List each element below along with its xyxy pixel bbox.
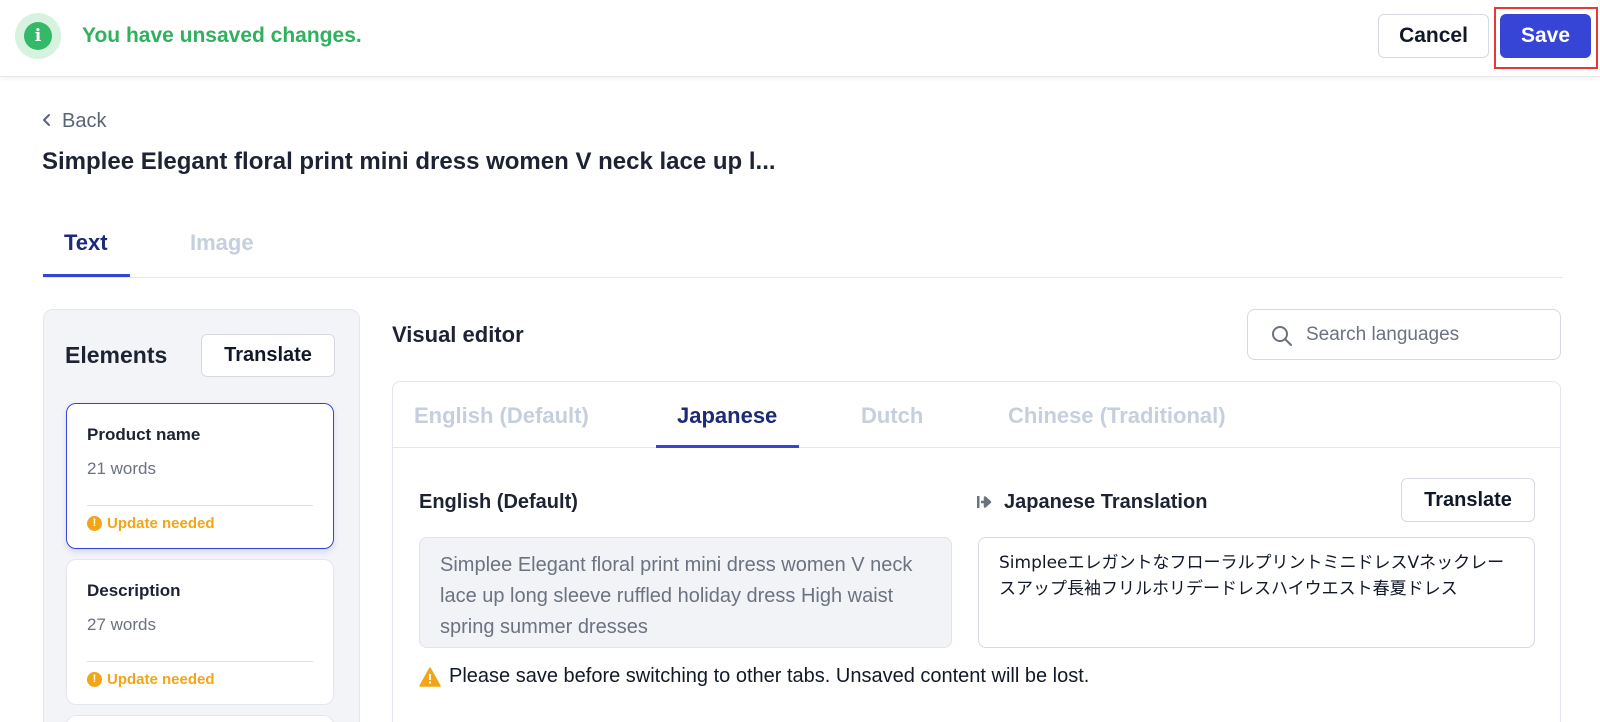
- source-label: English (Default): [419, 491, 578, 513]
- element-name: Description: [87, 581, 181, 600]
- search-languages-field[interactable]: [1247, 309, 1561, 360]
- tab-dutch[interactable]: Dutch: [861, 403, 923, 429]
- page-title: Simplee Elegant floral print mini dress …: [42, 148, 776, 175]
- save-button[interactable]: Save: [1500, 14, 1591, 58]
- main-tabs: Text Image: [43, 228, 1563, 278]
- target-label: Japanese Translation: [1004, 491, 1208, 513]
- back-link[interactable]: Back: [42, 110, 106, 133]
- status-badge: ! Update needed: [87, 515, 215, 532]
- warning-triangle-icon: [419, 666, 441, 687]
- element-card-description[interactable]: Description 27 words ! Update needed: [66, 559, 334, 705]
- editor-panel: English (Default) Japanese Dutch Chinese…: [392, 381, 1561, 722]
- element-card-next[interactable]: [66, 715, 334, 722]
- search-languages-input[interactable]: [1306, 323, 1546, 347]
- save-warning: Please save before switching to other ta…: [419, 665, 1089, 688]
- status-badge: ! Update needed: [87, 671, 215, 688]
- search-icon: [1272, 326, 1292, 346]
- exclamation-circle-icon: !: [87, 516, 102, 531]
- tab-chinese-traditional[interactable]: Chinese (Traditional): [1008, 403, 1226, 429]
- card-divider: [87, 505, 313, 506]
- active-tab-indicator: [43, 274, 130, 277]
- elements-panel: Elements Translate Product name 21 words…: [43, 309, 360, 722]
- translate-button[interactable]: Translate: [1401, 478, 1535, 522]
- source-text: Simplee Elegant floral print mini dress …: [419, 537, 952, 648]
- unsaved-changes-bar: i You have unsaved changes. Cancel Save: [0, 0, 1600, 77]
- status-label: Update needed: [107, 671, 215, 688]
- translate-all-button[interactable]: Translate: [201, 334, 335, 377]
- translation-textarea[interactable]: SimpleeエレガントなフローラルプリントミニドレスVネックレースアップ長袖フ…: [978, 537, 1535, 648]
- cancel-button[interactable]: Cancel: [1378, 14, 1489, 58]
- tab-japanese[interactable]: Japanese: [677, 403, 777, 429]
- language-tabs: English (Default) Japanese Dutch Chinese…: [393, 382, 1560, 448]
- card-divider: [87, 661, 313, 662]
- tab-image[interactable]: Image: [190, 230, 254, 256]
- tab-text[interactable]: Text: [64, 230, 108, 256]
- status-label: Update needed: [107, 515, 215, 532]
- element-word-count: 21 words: [87, 459, 156, 478]
- tab-english-default[interactable]: English (Default): [414, 403, 589, 429]
- back-label: Back: [62, 110, 107, 132]
- arrow-right-to-bracket-icon: [977, 496, 992, 508]
- active-language-indicator: [656, 445, 799, 448]
- chevron-left-icon: [42, 111, 52, 132]
- element-word-count: 27 words: [87, 615, 156, 634]
- elements-title: Elements: [65, 342, 168, 368]
- element-card-product-name[interactable]: Product name 21 words ! Update needed: [66, 403, 334, 549]
- element-name: Product name: [87, 425, 201, 444]
- info-icon: i: [15, 13, 61, 59]
- exclamation-circle-icon: !: [87, 672, 102, 687]
- unsaved-message: You have unsaved changes.: [82, 24, 362, 47]
- visual-editor-title: Visual editor: [392, 322, 524, 347]
- warning-text: Please save before switching to other ta…: [449, 665, 1090, 687]
